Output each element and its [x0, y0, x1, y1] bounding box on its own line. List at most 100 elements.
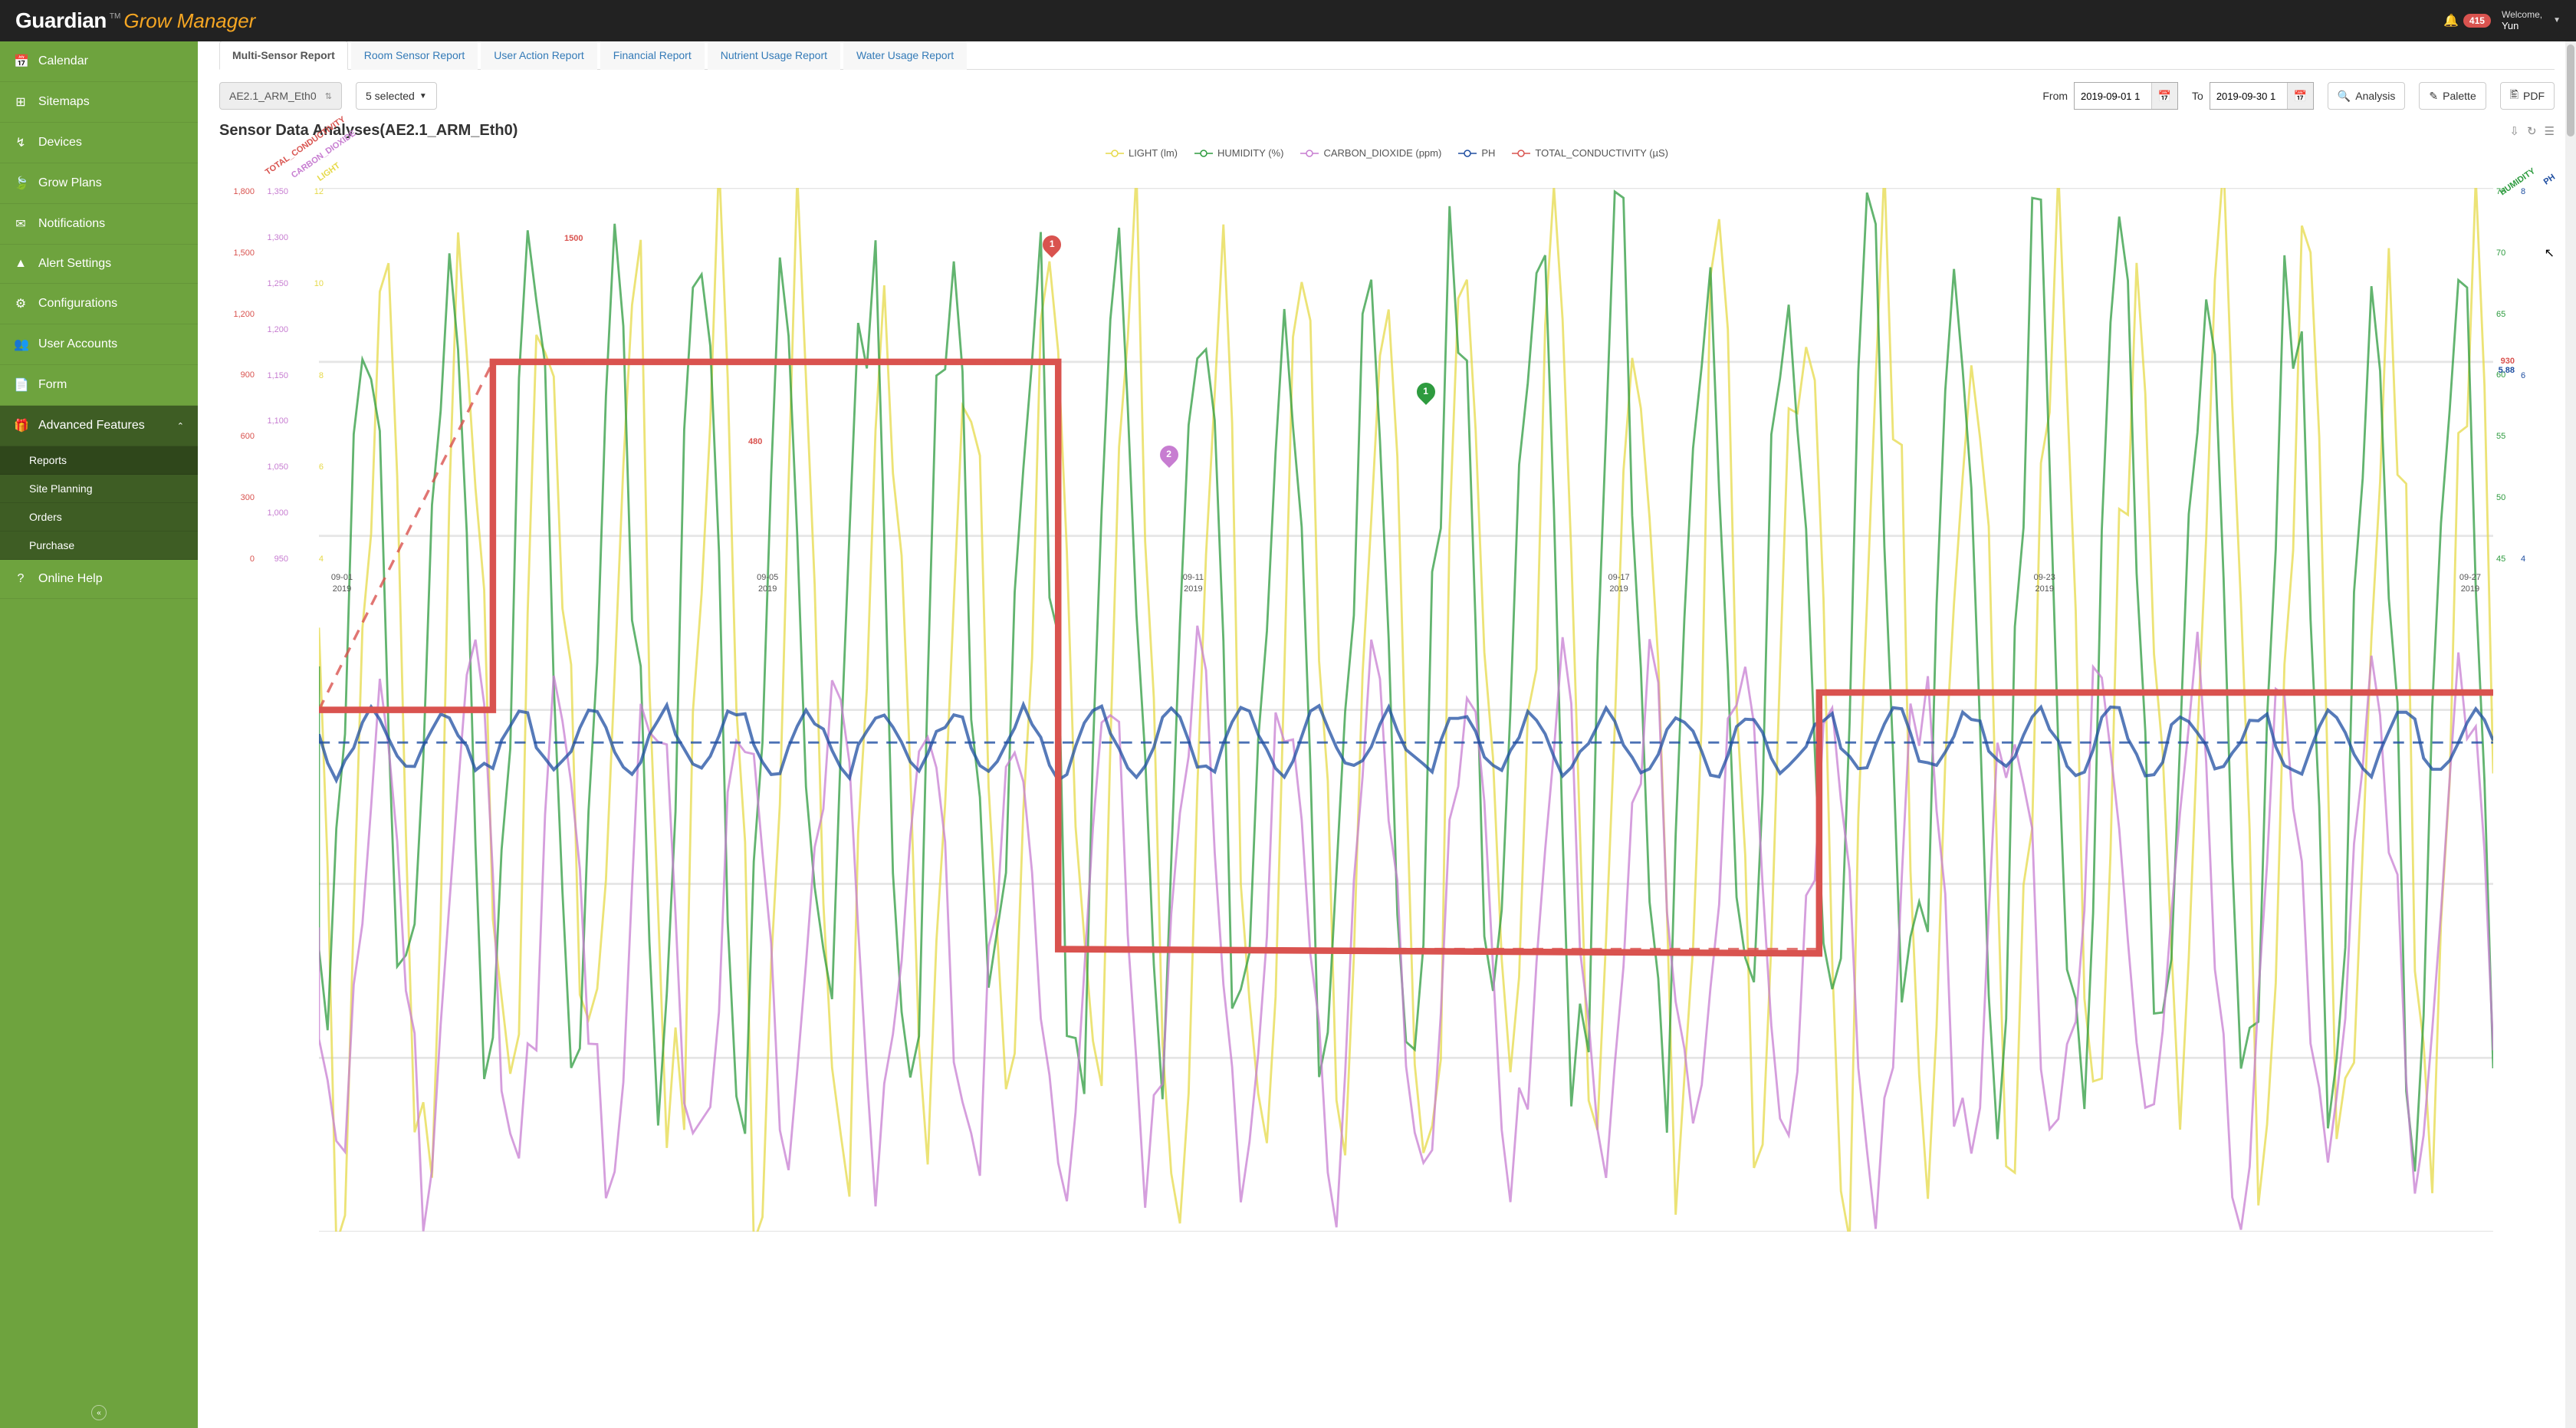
- sidebar-item-form[interactable]: 📄Form: [0, 365, 198, 406]
- chart-tool-refresh-icon[interactable]: ↻: [2527, 124, 2537, 138]
- pencil-icon: ✎: [2429, 90, 2438, 103]
- header-right: 🔔 415 Welcome, Yun ▼: [2443, 9, 2561, 32]
- welcome-block: Welcome, Yun: [2502, 9, 2542, 32]
- sidebar-item-label: Calendar: [38, 54, 88, 68]
- legend-swatch-icon: [1300, 149, 1319, 158]
- from-date-input[interactable]: [2075, 83, 2151, 109]
- tab-financial-report[interactable]: Financial Report: [600, 41, 705, 70]
- subitem-site-planning[interactable]: Site Planning: [0, 475, 198, 503]
- chart-marker[interactable]: 1: [1043, 235, 1061, 258]
- sidebar-item-calendar[interactable]: 📅 Calendar: [0, 41, 198, 82]
- subitem-reports[interactable]: Reports: [0, 446, 198, 475]
- legend-item[interactable]: TOTAL_CONDUCTIVITY (µS): [1512, 147, 1668, 159]
- chart-tool-save-icon[interactable]: ⇩: [2509, 124, 2519, 138]
- legend-label: CARBON_DIOXIDE (ppm): [1323, 147, 1441, 159]
- sidebar-item-user-accounts[interactable]: 👥 User Accounts: [0, 324, 198, 365]
- tab-multi-sensor-report[interactable]: Multi-Sensor Report: [219, 41, 348, 70]
- subitem-purchase[interactable]: Purchase: [0, 531, 198, 560]
- sidebar-item-sitemaps[interactable]: ⊞Sitemaps: [0, 82, 198, 123]
- sidebar-item-configurations[interactable]: ⚙Configurations: [0, 284, 198, 324]
- legend-item[interactable]: CARBON_DIOXIDE (ppm): [1300, 147, 1441, 159]
- sidebar-item-icon: 👥: [14, 337, 28, 352]
- sidebar-item-icon: ⊞: [14, 94, 28, 110]
- sidebar-item-label: Configurations: [38, 297, 117, 311]
- notifications-button[interactable]: 🔔 415: [2443, 13, 2491, 28]
- sidebar-item-label: Alert Settings: [38, 257, 111, 271]
- sidebar-item-alert-settings[interactable]: ▲ Alert Settings: [0, 245, 198, 284]
- annotation-480: 480: [748, 437, 762, 446]
- top-header: Guardian TM Grow Manager 🔔 415 Welcome, …: [0, 0, 2576, 41]
- device-select[interactable]: AE2.1_ARM_Eth0 ⇅: [219, 82, 342, 110]
- to-date-input[interactable]: [2210, 83, 2287, 109]
- axis-title-ph: PH: [2542, 173, 2556, 187]
- sidebar-item-icon: ✉: [14, 216, 28, 232]
- pdf-button[interactable]: 🖺 PDF: [2500, 82, 2555, 110]
- controls-row: AE2.1_ARM_Eth0 ⇅ 5 selected ▼ From 📅 To …: [219, 70, 2555, 122]
- legend-item[interactable]: HUMIDITY (%): [1194, 147, 1283, 159]
- legend-item[interactable]: PH: [1458, 147, 1495, 159]
- user-menu-caret[interactable]: ▼: [2553, 16, 2561, 25]
- legend-label: LIGHT (lm): [1129, 147, 1178, 159]
- sidebar-item-online-help[interactable]: ? Online Help: [0, 560, 198, 599]
- notification-badge: 415: [2463, 14, 2491, 28]
- tab-nutrient-usage-report[interactable]: Nutrient Usage Report: [708, 41, 840, 70]
- sidebar-item-label: Online Help: [38, 572, 103, 586]
- to-calendar-button[interactable]: 📅: [2287, 83, 2313, 109]
- sidebar-item-advanced-features[interactable]: 🎁 Advanced Features ⌃: [0, 406, 198, 446]
- sidebar-item-icon: ▲: [14, 257, 28, 271]
- sidebar: 📅 Calendar ⊞Sitemaps↯Devices🍃Grow Plans ✉ No…: [0, 41, 198, 1428]
- scroll-thumb[interactable]: [2567, 44, 2574, 137]
- palette-button[interactable]: ✎ Palette: [2419, 82, 2486, 110]
- from-calendar-button[interactable]: 📅: [2151, 83, 2177, 109]
- sidebar-item-label: Grow Plans: [38, 176, 102, 190]
- x-axis-ticks: 09-01201909-05201909-11201909-17201909-2…: [319, 572, 2493, 594]
- sidebar-item-devices[interactable]: ↯Devices: [0, 123, 198, 163]
- app-logo: Guardian TM Grow Manager: [15, 8, 255, 33]
- main-scrollbar[interactable]: [2565, 41, 2576, 1428]
- chart-marker[interactable]: 2: [1160, 446, 1178, 469]
- subitem-orders[interactable]: Orders: [0, 503, 198, 531]
- legend-swatch-icon: [1106, 149, 1124, 158]
- chart-title: Sensor Data Analyses(AE2.1_ARM_Eth0): [219, 122, 518, 140]
- sidebar-item-notifications[interactable]: ✉ Notifications: [0, 204, 198, 245]
- chart-area: TOTAL_CONDUCTIVITY CARBON_DIOXIDE LIGHT …: [219, 165, 2555, 594]
- from-date-group: From 📅: [2042, 82, 2178, 110]
- axis-title-light: LIGHT: [316, 161, 342, 183]
- sidebar-item-label: User Accounts: [38, 337, 117, 351]
- chart-svg: [319, 188, 2493, 1232]
- from-label: From: [2042, 90, 2068, 102]
- legend-swatch-icon: [1512, 149, 1530, 158]
- analysis-button[interactable]: 🔍 Analysis: [2328, 82, 2406, 110]
- y-axis-co2: 1,3501,3001,2501,2001,1501,1001,0501,000…: [258, 188, 288, 564]
- tab-room-sensor-report[interactable]: Room Sensor Report: [351, 41, 478, 70]
- chart-marker[interactable]: 1: [1417, 383, 1435, 406]
- series-select[interactable]: 5 selected ▼: [356, 82, 437, 110]
- legend-label: PH: [1481, 147, 1495, 159]
- tab-user-action-report[interactable]: User Action Report: [481, 41, 597, 70]
- sidebar-item-icon: 📅: [14, 54, 28, 69]
- legend-item[interactable]: LIGHT (lm): [1106, 147, 1178, 159]
- username-label: Yun: [2502, 20, 2542, 32]
- gift-icon: 🎁: [14, 418, 28, 433]
- to-label: To: [2192, 90, 2203, 102]
- tab-water-usage-report[interactable]: Water Usage Report: [843, 41, 967, 70]
- to-date-input-wrap: 📅: [2210, 82, 2314, 110]
- calendar-icon: 📅: [2294, 90, 2307, 103]
- report-tabs: Multi-Sensor ReportRoom Sensor ReportUse…: [219, 41, 2555, 70]
- chart-tool-data-icon[interactable]: ☰: [2545, 124, 2555, 138]
- sidebar-item-icon: ↯: [14, 135, 28, 150]
- sidebar-item-icon: 📄: [14, 377, 28, 393]
- legend-swatch-icon: [1458, 149, 1477, 158]
- caret-down-icon: ▼: [419, 92, 427, 100]
- sidebar-item-label: Advanced Features: [38, 419, 145, 433]
- sidebar-item-label: Notifications: [38, 217, 105, 231]
- question-icon: ?: [14, 572, 28, 586]
- sidebar-collapse-button[interactable]: «: [91, 1405, 107, 1420]
- sidebar-item-grow-plans[interactable]: 🍃Grow Plans: [0, 163, 198, 204]
- chevron-up-icon: ⌃: [177, 421, 184, 431]
- main-content: Multi-Sensor ReportRoom Sensor ReportUse…: [198, 41, 2576, 1428]
- logo-text-2: Grow Manager: [123, 9, 255, 33]
- end-label-ph: 5.88: [2499, 366, 2515, 375]
- chart-legend: LIGHT (lm) HUMIDITY (%) CARBON_DIOXIDE (pp…: [219, 140, 2555, 162]
- advanced-submenu: ReportsSite PlanningOrdersPurchase: [0, 446, 198, 560]
